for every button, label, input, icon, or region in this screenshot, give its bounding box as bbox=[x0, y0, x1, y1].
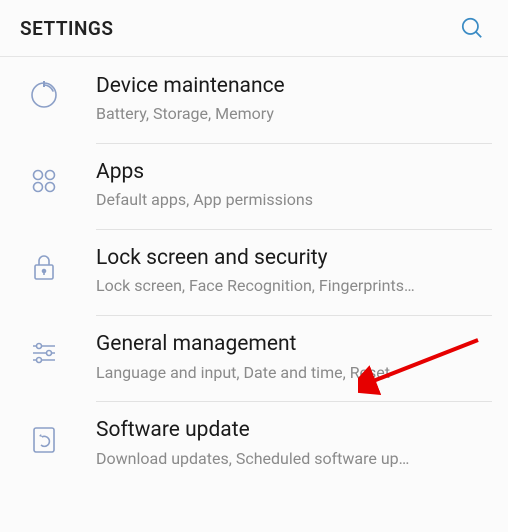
item-subtitle: Language and input, Date and time, Reset bbox=[96, 363, 490, 384]
item-subtitle: Default apps, App permissions bbox=[96, 190, 490, 211]
settings-list: Device maintenance Battery, Storage, Mem… bbox=[0, 57, 508, 487]
page-title: SETTINGS bbox=[20, 17, 113, 40]
item-title: Software update bbox=[96, 417, 490, 444]
header: SETTINGS bbox=[0, 0, 508, 57]
item-device-maintenance[interactable]: Device maintenance Battery, Storage, Mem… bbox=[0, 57, 508, 143]
item-title: General management bbox=[96, 331, 490, 358]
item-title: Device maintenance bbox=[96, 73, 490, 100]
item-software-update[interactable]: Software update Download updates, Schedu… bbox=[0, 401, 508, 487]
item-title: Lock screen and security bbox=[96, 245, 490, 272]
item-subtitle: Battery, Storage, Memory bbox=[96, 104, 490, 125]
sliders-icon bbox=[18, 337, 70, 369]
device-maintenance-icon bbox=[18, 79, 70, 111]
apps-icon bbox=[18, 165, 70, 197]
item-title: Apps bbox=[96, 159, 490, 186]
software-update-icon bbox=[18, 423, 70, 455]
item-subtitle: Download updates, Scheduled software up… bbox=[96, 449, 490, 470]
item-lock-screen-security[interactable]: Lock screen and security Lock screen, Fa… bbox=[0, 229, 508, 315]
search-button[interactable] bbox=[456, 12, 488, 44]
item-general-management[interactable]: General management Language and input, D… bbox=[0, 315, 508, 401]
item-subtitle: Lock screen, Face Recognition, Fingerpri… bbox=[96, 276, 490, 297]
search-icon bbox=[459, 15, 485, 41]
lock-icon bbox=[18, 251, 70, 283]
item-apps[interactable]: Apps Default apps, App permissions bbox=[0, 143, 508, 229]
